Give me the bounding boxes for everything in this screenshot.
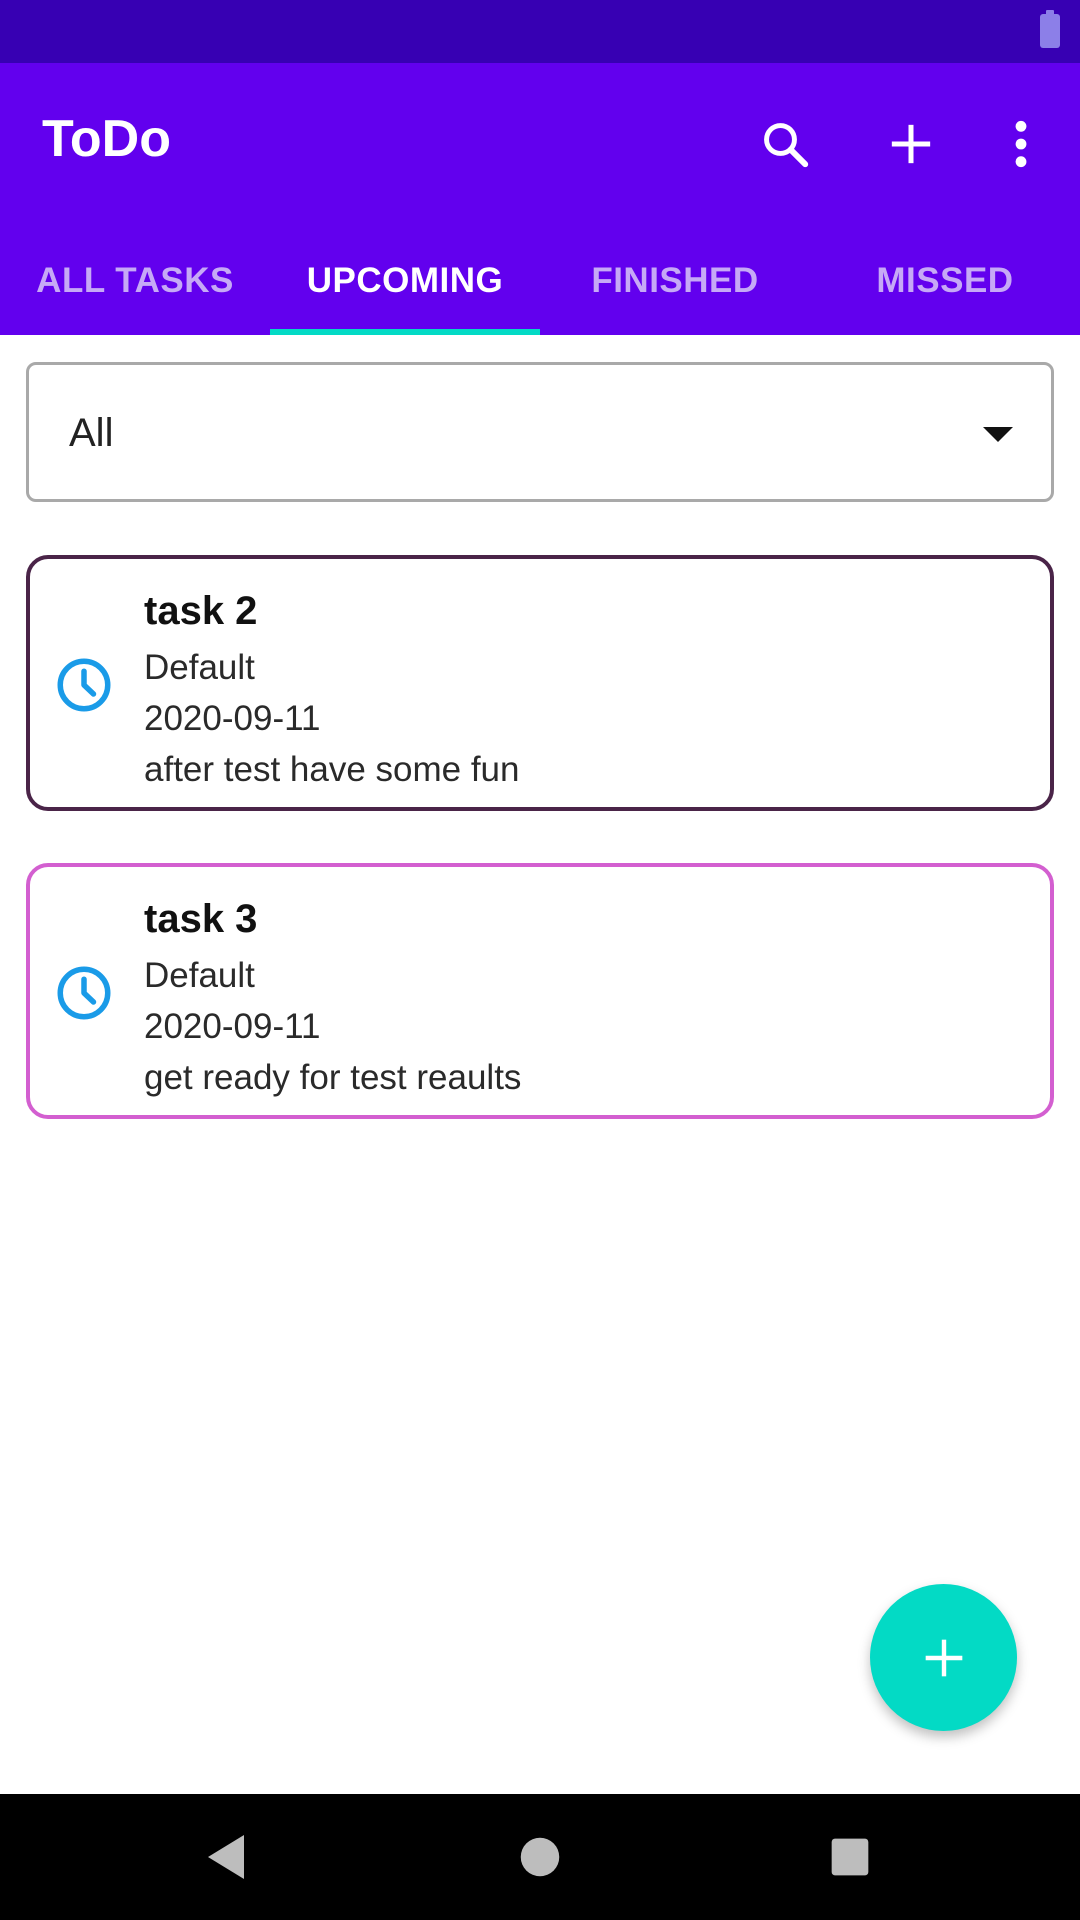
- add-task-fab[interactable]: [870, 1584, 1017, 1731]
- task-card[interactable]: task 3 Default 2020-09-11 get ready for …: [26, 863, 1054, 1119]
- screen: ToDo ALL TASKS UPCOMING FINISHED MISSED …: [0, 0, 1080, 1920]
- tab-upcoming[interactable]: UPCOMING: [270, 226, 540, 335]
- overflow-menu-button[interactable]: [976, 99, 1066, 189]
- plus-icon: [925, 1639, 962, 1676]
- task-title: task 3: [144, 897, 258, 941]
- more-vert-icon: [1015, 120, 1027, 168]
- task-note: after test have some fun: [144, 750, 520, 789]
- status-bar: [0, 0, 1080, 63]
- task-note: get ready for test reaults: [144, 1058, 522, 1097]
- tab-missed[interactable]: MISSED: [810, 226, 1080, 335]
- search-button[interactable]: [740, 99, 830, 189]
- back-button[interactable]: [196, 1827, 256, 1887]
- task-date: 2020-09-11: [144, 699, 321, 738]
- dropdown-arrow-icon: [983, 427, 1013, 442]
- back-triangle-icon: [208, 1835, 244, 1879]
- dropdown-selected-value: All: [69, 411, 114, 455]
- tab-all-tasks[interactable]: ALL TASKS: [0, 226, 270, 335]
- search-icon: [764, 123, 809, 168]
- recents-button[interactable]: [820, 1827, 880, 1887]
- navigation-bar: [0, 1794, 1080, 1920]
- clock-icon: [57, 966, 111, 1020]
- add-task-toolbar-button[interactable]: [866, 99, 956, 189]
- task-category: Default: [144, 648, 255, 687]
- app-bar: ToDo ALL TASKS UPCOMING FINISHED MISSED: [0, 63, 1080, 335]
- task-title: task 2: [144, 589, 258, 633]
- clock-icon: [57, 658, 111, 712]
- tab-finished[interactable]: FINISHED: [540, 226, 810, 335]
- battery-icon: [1040, 10, 1060, 48]
- app-title: ToDo: [42, 110, 171, 168]
- tab-bar: ALL TASKS UPCOMING FINISHED MISSED: [0, 226, 1080, 335]
- task-card[interactable]: task 2 Default 2020-09-11 after test hav…: [26, 555, 1054, 811]
- task-date: 2020-09-11: [144, 1007, 321, 1046]
- home-circle-icon: [520, 1837, 560, 1877]
- task-category: Default: [144, 956, 255, 995]
- plus-icon: [891, 124, 931, 164]
- category-filter-dropdown[interactable]: All: [26, 362, 1054, 502]
- recents-square-icon: [831, 1838, 869, 1876]
- home-button[interactable]: [510, 1827, 570, 1887]
